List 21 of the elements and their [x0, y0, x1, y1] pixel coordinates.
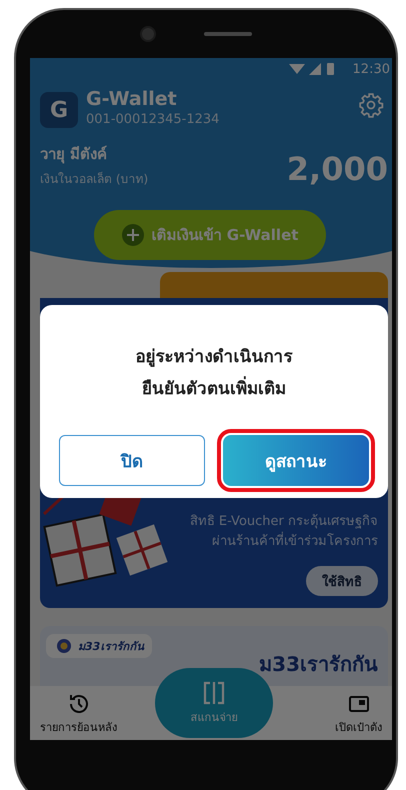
voucher-description: สิทธิ E-Voucher กระตุ้นเศรษฐกิจ	[190, 513, 378, 531]
voucher-description: ผ่านร้านค้าที่เข้าร่วมโครงการ	[212, 532, 378, 552]
emblem-icon	[54, 636, 74, 656]
view-status-button[interactable]: ดูสถานะ	[223, 435, 369, 486]
camera-icon	[140, 26, 156, 42]
status-time: 12:30	[352, 62, 390, 76]
wallet-title: G-Wallet	[86, 88, 178, 110]
owner-name: วายุ มีตังค์	[40, 144, 108, 166]
balance-amount: 2,000	[286, 150, 388, 188]
nav-item[interactable]: เปิดเป๋าตัง	[331, 692, 386, 736]
plus-icon	[122, 224, 144, 246]
speaker-icon	[204, 32, 252, 36]
app-logo: G	[40, 92, 78, 128]
dialog-message: อยู่ระหว่างดำเนินการ ยืนยันตัวตนเพิ่มเติม	[136, 346, 292, 401]
scan-icon	[201, 680, 227, 706]
balance-label: เงินในวอลเล็ต (บาท)	[40, 170, 148, 188]
settings-icon[interactable]	[358, 92, 384, 118]
use-right-button[interactable]: ใช้สิทธิ	[306, 566, 378, 596]
close-button[interactable]: ปิด	[59, 435, 205, 486]
account-number: 001-00012345-1234	[86, 112, 220, 127]
nav-item[interactable]: รายการย้อนหลัง	[36, 692, 121, 736]
